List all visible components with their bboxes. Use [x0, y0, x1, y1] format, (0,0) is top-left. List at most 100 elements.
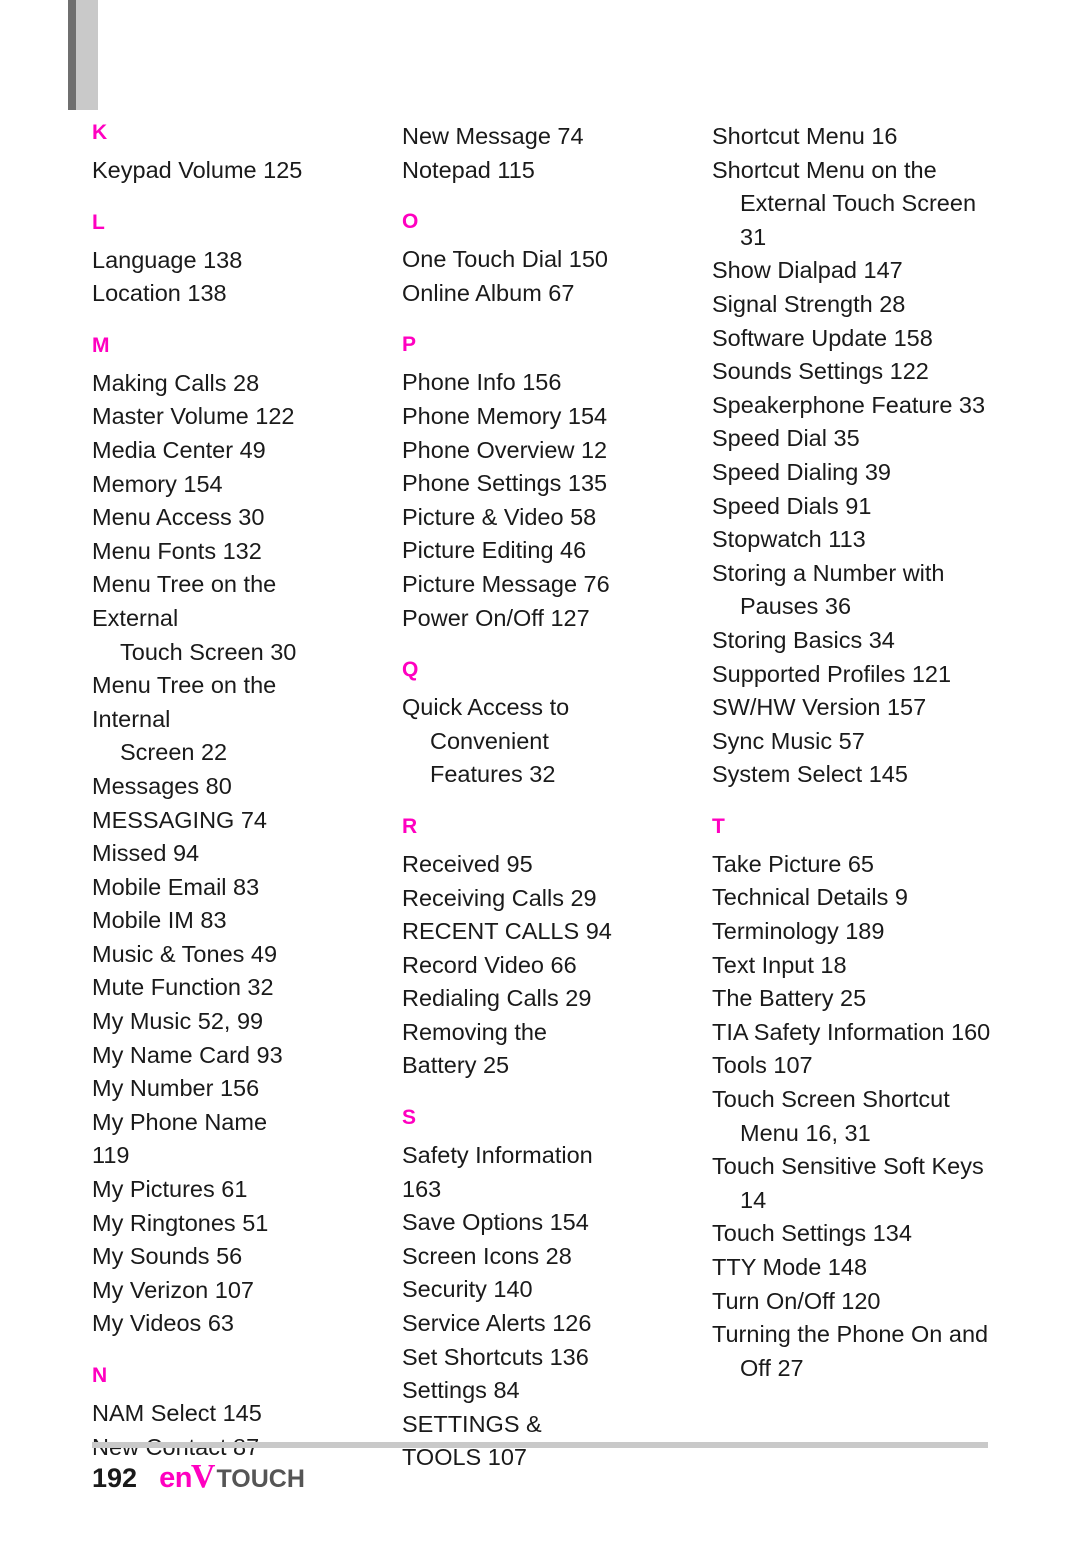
index-entry[interactable]: Stopwatch 113 — [712, 523, 1040, 557]
index-entry[interactable]: New Message 74 — [402, 120, 620, 154]
index-entry[interactable]: Touch Sensitive Soft Keys 14 — [712, 1150, 1040, 1217]
index-entry[interactable]: TIA Safety Information 160 — [712, 1016, 1040, 1050]
index-entry[interactable]: Phone Overview 12 — [402, 434, 620, 468]
index-entry[interactable]: Phone Memory 154 — [402, 400, 620, 434]
index-entry[interactable]: Screen Icons 28 — [402, 1240, 620, 1274]
index-entry[interactable]: Terminology 189 — [712, 915, 1040, 949]
index-entry[interactable]: Picture Message 76 — [402, 568, 620, 602]
index-entry[interactable]: Mobile Email 83 — [92, 871, 310, 905]
index-entry[interactable]: My Pictures 61 — [92, 1173, 310, 1207]
index-entry[interactable]: Record Video 66 — [402, 949, 620, 983]
index-entry[interactable]: Master Volume 122 — [92, 400, 310, 434]
index-entry[interactable]: Picture & Video 58 — [402, 501, 620, 535]
index-entry[interactable]: Making Calls 28 — [92, 367, 310, 401]
index-entry[interactable]: Memory 154 — [92, 468, 310, 502]
logo-v-text: V — [190, 1458, 216, 1495]
index-entry[interactable]: Missed 94 — [92, 837, 310, 871]
index-entry[interactable]: TTY Mode 148 — [712, 1251, 1040, 1285]
index-entry[interactable]: Tools 107 — [712, 1049, 1040, 1083]
index-letter-heading: O — [402, 210, 419, 234]
index-entry[interactable]: Save Options 154 — [402, 1206, 620, 1240]
index-entry[interactable]: Menu Tree on the Internal Screen 22 — [92, 669, 310, 770]
index-entry[interactable]: Menu Access 30 — [92, 501, 310, 535]
index-entry[interactable]: Safety Information 163 — [402, 1139, 620, 1206]
index-entry[interactable]: My Videos 63 — [92, 1307, 310, 1341]
index-entry[interactable]: Signal Strength 28 — [712, 288, 1040, 322]
index-entry-continuation: Screen 22 — [120, 739, 228, 766]
index-entry-continuation: 31 — [740, 223, 767, 250]
index-letter-heading: Q — [402, 658, 419, 682]
index-entry[interactable]: Take Picture 65 — [712, 848, 1040, 882]
index-entry[interactable]: My Name Card 93 — [92, 1039, 310, 1073]
index-entry[interactable]: Messages 80 — [92, 770, 310, 804]
index-entry[interactable]: MESSAGING 74 — [92, 804, 310, 838]
index-entry[interactable]: Media Center 49 — [92, 434, 310, 468]
index-entry[interactable]: Removing the Battery 25 — [402, 1016, 620, 1083]
index-entry[interactable]: My Phone Name 119 — [92, 1106, 310, 1173]
logo-touch-text: TOUCH — [216, 1465, 305, 1493]
index-entry[interactable]: Speed Dials 91 — [712, 490, 1040, 524]
index-entry[interactable]: My Verizon 107 — [92, 1274, 310, 1308]
index-letter-heading: K — [92, 121, 108, 144]
index-entry[interactable]: Phone Settings 135 — [402, 467, 620, 501]
index-entry[interactable]: Storing Basics 34 — [712, 624, 1040, 658]
index-entry[interactable]: Touch Settings 134 — [712, 1217, 1040, 1251]
index-entry[interactable]: My Number 156 — [92, 1072, 310, 1106]
index-entry-continuation: External Touch Screen — [740, 190, 977, 217]
index-entry[interactable]: Notepad 115 — [402, 154, 620, 188]
index-entry[interactable]: System Select 145 — [712, 758, 1040, 792]
index-entry-continuation: Menu 16, 31 — [740, 1119, 871, 1146]
index-entry-continuation: Convenient Features 32 — [430, 727, 556, 788]
index-entry[interactable]: Keypad Volume 125 — [92, 154, 310, 188]
index-entry[interactable]: Software Update 158 — [712, 322, 1040, 356]
index-entry[interactable]: Online Album 67 — [402, 277, 620, 311]
index-entry[interactable]: Menu Tree on the External Touch Screen 30 — [92, 568, 310, 669]
index-entry[interactable]: Speed Dial 35 — [712, 422, 1040, 456]
index-entry[interactable]: Language 138 — [92, 244, 310, 278]
index-entry[interactable]: Speakerphone Feature 33 — [712, 389, 1040, 423]
index-entry[interactable]: Sync Music 57 — [712, 725, 1040, 759]
index-entry[interactable]: Text Input 18 — [712, 949, 1040, 983]
index-entry[interactable]: My Sounds 56 — [92, 1240, 310, 1274]
index-entry[interactable]: Turning the Phone On and Off 27 — [712, 1318, 1040, 1385]
index-entry[interactable]: Shortcut Menu on the External Touch Scree… — [712, 154, 1040, 255]
index-entry[interactable]: Picture Editing 46 — [402, 534, 620, 568]
index-entry[interactable]: Speed Dialing 39 — [712, 456, 1040, 490]
index-entry[interactable]: Shortcut Menu 16 — [712, 120, 1040, 154]
index-entry[interactable]: NAM Select 145 — [92, 1397, 310, 1431]
index-entry[interactable]: Music & Tones 49 — [92, 938, 310, 972]
page-number: 192 — [92, 1463, 138, 1493]
index-entry[interactable]: Power On/Off 127 — [402, 602, 620, 636]
index-columns: K Keypad Volume 125 L Language 138 Location … — [0, 120, 1080, 1475]
index-entry[interactable]: Technical Details 9 — [712, 881, 1040, 915]
index-entry[interactable]: My Music 52, 99 — [92, 1005, 310, 1039]
index-entry[interactable]: Menu Fonts 132 — [92, 535, 310, 569]
index-entry[interactable]: Location 138 — [92, 277, 310, 311]
index-entry[interactable]: Sounds Settings 122 — [712, 355, 1040, 389]
index-entry[interactable]: Supported Profiles 121 — [712, 658, 1040, 692]
index-entry[interactable]: SW/HW Version 157 — [712, 691, 1040, 725]
index-entry[interactable]: Settings 84 — [402, 1374, 620, 1408]
index-entry[interactable]: Redialing Calls 29 — [402, 982, 620, 1016]
index-entry[interactable]: Mobile IM 83 — [92, 904, 310, 938]
env-touch-logo: en V TOUCH — [159, 1458, 305, 1496]
index-entry[interactable]: Set Shortcuts 136 — [402, 1341, 620, 1375]
index-entry[interactable]: Touch Screen Shortcut Menu 16, 31 — [712, 1083, 1040, 1150]
index-entry[interactable]: Receiving Calls 29 — [402, 882, 620, 916]
index-entry[interactable]: One Touch Dial 150 — [402, 243, 620, 277]
index-entry[interactable]: Turn On/Off 120 — [712, 1285, 1040, 1319]
index-entry[interactable]: Received 95 — [402, 848, 620, 882]
index-entry[interactable]: My Ringtones 51 — [92, 1207, 310, 1241]
index-letter-heading: R — [402, 814, 418, 838]
index-entry[interactable]: Phone Info 156 — [402, 366, 620, 400]
index-entry[interactable]: Mute Function 32 — [92, 971, 310, 1005]
index-entry[interactable]: The Battery 25 — [712, 982, 1040, 1016]
index-entry[interactable]: Show Dialpad 147 — [712, 254, 1040, 288]
index-entry[interactable]: Security 140 — [402, 1273, 620, 1307]
index-entry[interactable]: Quick Access to Convenient Features 32 — [402, 691, 620, 792]
index-column-3: Shortcut Menu 16 Shortcut Menu on the Exte… — [620, 120, 1040, 1475]
index-entry[interactable]: RECENT CALLS 94 — [402, 915, 620, 949]
index-entry[interactable]: Service Alerts 126 — [402, 1307, 620, 1341]
index-entry[interactable]: Storing a Number with Pauses 36 — [712, 557, 1040, 624]
index-entry-continuation: Touch Screen 30 — [120, 638, 297, 665]
